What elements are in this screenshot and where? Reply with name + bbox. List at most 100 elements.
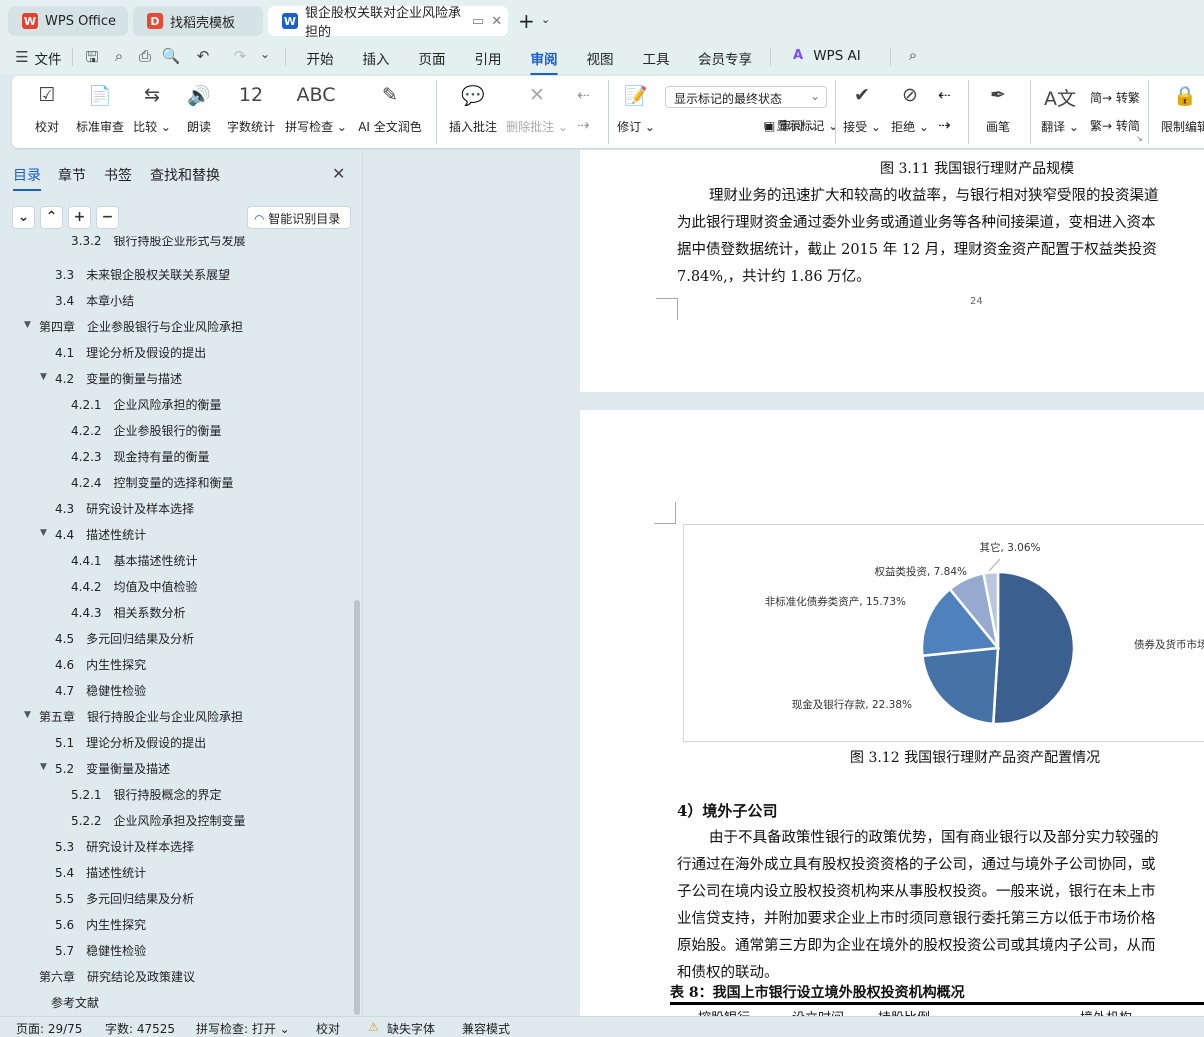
dialog-launcher-icon[interactable]: ↘ bbox=[1136, 134, 1143, 143]
toc-item[interactable]: 5.7 稳健性检验 bbox=[55, 942, 146, 959]
redo-icon[interactable]: ↷ bbox=[234, 47, 247, 65]
hamburger-icon[interactable]: ☰ bbox=[15, 48, 28, 66]
menu-wps-ai[interactable]: WPS AI bbox=[813, 48, 861, 64]
move-up-button[interactable]: ⌃ bbox=[40, 206, 63, 229]
toc-item[interactable]: 第六章 研究结论及政策建议 bbox=[39, 968, 195, 985]
add-level-button[interactable]: + bbox=[68, 206, 91, 229]
next-change-icon[interactable]: ⇢ bbox=[938, 116, 951, 134]
reject-button[interactable]: ⊘ 拒绝 ⌄ bbox=[891, 84, 929, 135]
print-preview-icon[interactable]: 🔍 bbox=[162, 47, 181, 65]
word-count[interactable]: 字数: 47525 bbox=[105, 1020, 175, 1037]
toc-item[interactable]: 4.4.1 基本描述性统计 bbox=[71, 552, 198, 569]
smart-toc-button[interactable]: ◠ 智能识别目录 bbox=[247, 206, 351, 229]
compat-mode-status[interactable]: 兼容模式 bbox=[462, 1020, 510, 1037]
toc-item[interactable]: 3.3 未来银企股权关联关系展望 bbox=[55, 266, 230, 283]
toc-item[interactable]: 4.4 描述性统计 bbox=[55, 526, 146, 543]
proofread-button[interactable]: ☑ 校对 bbox=[35, 84, 59, 135]
expand-triangle-icon[interactable]: ▼ bbox=[40, 762, 47, 772]
toc-item[interactable]: 5.6 内生性探究 bbox=[55, 916, 146, 933]
proofread-status[interactable]: 校对 bbox=[316, 1020, 340, 1037]
collapse-down-button[interactable]: ⌄ bbox=[12, 206, 35, 229]
toc-item[interactable]: 第五章 银行持股企业与企业风险承担 bbox=[39, 708, 243, 725]
menu-tab-1[interactable]: 插入 bbox=[363, 48, 390, 68]
monitor-icon[interactable]: ▭ bbox=[472, 14, 484, 29]
ai-polish-button[interactable]: ✎ AI 全文润色 bbox=[358, 84, 422, 135]
expand-triangle-icon[interactable]: ▼ bbox=[24, 710, 31, 720]
translate-button[interactable]: A文 翻译 ⌄ bbox=[1041, 84, 1079, 135]
new-tab-icon[interactable]: + bbox=[518, 9, 535, 33]
toc-scrollbar[interactable] bbox=[354, 600, 360, 1015]
toc-item[interactable]: 4.1 理论分析及假设的提出 bbox=[55, 344, 206, 361]
print-icon[interactable]: ⎙ bbox=[139, 47, 151, 65]
pen-button[interactable]: ✒ 画笔 bbox=[986, 84, 1010, 135]
more-chevron-icon[interactable]: ⌄ bbox=[260, 47, 270, 61]
previous-change-icon[interactable]: ⇠ bbox=[938, 86, 951, 104]
menu-tab-7[interactable]: 会员专享 bbox=[698, 48, 752, 68]
toc-item[interactable]: 4.7 稳健性检验 bbox=[55, 682, 146, 699]
menu-file[interactable]: 文件 bbox=[35, 48, 62, 68]
pane-tab-0[interactable]: 目录 bbox=[13, 165, 41, 191]
toc-item[interactable]: 3.4 本章小结 bbox=[55, 292, 134, 309]
toc-item[interactable]: 4.2.1 企业风险承担的衡量 bbox=[71, 396, 222, 413]
undo-icon[interactable]: ↶ bbox=[197, 47, 210, 65]
toc-item[interactable]: 4.4.2 均值及中值检验 bbox=[71, 578, 198, 595]
toc-item[interactable]: 参考文献 bbox=[39, 994, 99, 1011]
spell-check-toggle[interactable]: 拼写检查: 打开 ⌄ bbox=[196, 1020, 290, 1037]
previous-comment-icon[interactable]: ⇠ bbox=[577, 86, 590, 104]
insert-comment-button[interactable]: 💬 插入批注 bbox=[449, 84, 497, 135]
toc-item[interactable]: 5.2 变量衡量及描述 bbox=[55, 760, 170, 777]
pane-tab-3[interactable]: 查找和替换 bbox=[150, 165, 220, 185]
track-changes-button[interactable]: 📝 修订 ⌄ bbox=[617, 84, 655, 135]
tab-document[interactable]: W 银企股权关联对企业风险承担的 ▭ ✕ bbox=[268, 6, 508, 40]
accept-button[interactable]: ✔ 接受 ⌄ bbox=[843, 84, 881, 135]
toc-item[interactable]: 第四章 企业参股银行与企业风险承担 bbox=[39, 318, 243, 335]
toc-item[interactable]: 3.3.2 银行持股企业形式与发展 bbox=[71, 236, 246, 249]
standard-review-button[interactable]: 📄 标准审查 bbox=[76, 84, 124, 135]
pane-tab-2[interactable]: 书签 bbox=[104, 165, 132, 185]
close-pane-icon[interactable]: ✕ bbox=[332, 164, 345, 183]
menu-tab-3[interactable]: 引用 bbox=[475, 48, 502, 68]
pane-tab-1[interactable]: 章节 bbox=[58, 165, 86, 185]
word-count-button[interactable]: 12 字数统计 bbox=[227, 84, 275, 135]
compare-button[interactable]: ⇆ 比较 ⌄ bbox=[133, 84, 171, 135]
toc-item[interactable]: 4.6 内生性探究 bbox=[55, 656, 146, 673]
review-pane-button[interactable]: ▣ 审阅 ⌄ bbox=[764, 117, 817, 134]
toc-item[interactable]: 5.2.2 企业风险承担及控制变量 bbox=[71, 812, 246, 829]
toc-item[interactable]: 5.4 描述性统计 bbox=[55, 864, 146, 881]
toc-item[interactable]: 4.2 变量的衡量与描述 bbox=[55, 370, 182, 387]
restrict-edit-button[interactable]: 🔒 限制编辑 bbox=[1161, 84, 1204, 135]
toc-item[interactable]: 4.4.3 相关系数分析 bbox=[71, 604, 186, 621]
expand-triangle-icon[interactable]: ▼ bbox=[40, 372, 47, 382]
menu-tab-4[interactable]: 审阅 bbox=[530, 48, 558, 75]
tab-docer-templates[interactable]: D 找稻壳模板 bbox=[133, 6, 263, 36]
toc-item[interactable]: 4.2.2 企业参股银行的衡量 bbox=[71, 422, 222, 439]
menu-tab-5[interactable]: 视图 bbox=[587, 48, 614, 68]
expand-triangle-icon[interactable]: ▼ bbox=[40, 528, 47, 538]
search-icon[interactable]: ⌕ bbox=[909, 46, 917, 64]
menu-tab-6[interactable]: 工具 bbox=[643, 48, 670, 68]
toc-item[interactable]: 5.1 理论分析及假设的提出 bbox=[55, 734, 206, 751]
toc-item[interactable]: 5.3 研究设计及样本选择 bbox=[55, 838, 194, 855]
expand-triangle-icon[interactable]: ▼ bbox=[24, 320, 31, 330]
spell-check-button[interactable]: ABC 拼写检查 ⌄ bbox=[285, 84, 347, 135]
delete-comment-button[interactable]: ✕ 删除批注 ⌄ bbox=[506, 84, 568, 135]
toc-item[interactable]: 5.5 多元回归结果及分析 bbox=[55, 890, 194, 907]
toc-item[interactable]: 4.3 研究设计及样本选择 bbox=[55, 500, 194, 517]
to-traditional-button[interactable]: 简→ 转繁 bbox=[1090, 89, 1140, 106]
toc-item[interactable]: 4.5 多元回归结果及分析 bbox=[55, 630, 194, 647]
to-simplified-button[interactable]: 繁→ 转简 bbox=[1090, 117, 1140, 134]
tab-wps-office[interactable]: W WPS Office bbox=[8, 6, 128, 36]
tab-list-chevron-icon[interactable]: ⌄ bbox=[541, 13, 550, 26]
remove-level-button[interactable]: − bbox=[96, 206, 119, 229]
export-icon[interactable]: ⌕ bbox=[115, 47, 123, 65]
next-comment-icon[interactable]: ⇢ bbox=[577, 116, 590, 134]
close-tab-icon[interactable]: ✕ bbox=[491, 14, 502, 29]
read-aloud-button[interactable]: 🔊 朗读 bbox=[187, 84, 211, 135]
toc-item[interactable]: 5.2.1 银行持股概念的界定 bbox=[71, 786, 222, 803]
toc-item[interactable]: 4.2.3 现金持有量的衡量 bbox=[71, 448, 210, 465]
menu-tab-2[interactable]: 页面 bbox=[419, 48, 446, 68]
toc-item[interactable]: 4.2.4 控制变量的选择和衡量 bbox=[71, 474, 234, 491]
menu-tab-0[interactable]: 开始 bbox=[307, 48, 334, 68]
page-indicator[interactable]: 页面: 29/75 bbox=[16, 1020, 82, 1037]
save-icon[interactable]: 🖫 bbox=[86, 47, 99, 72]
